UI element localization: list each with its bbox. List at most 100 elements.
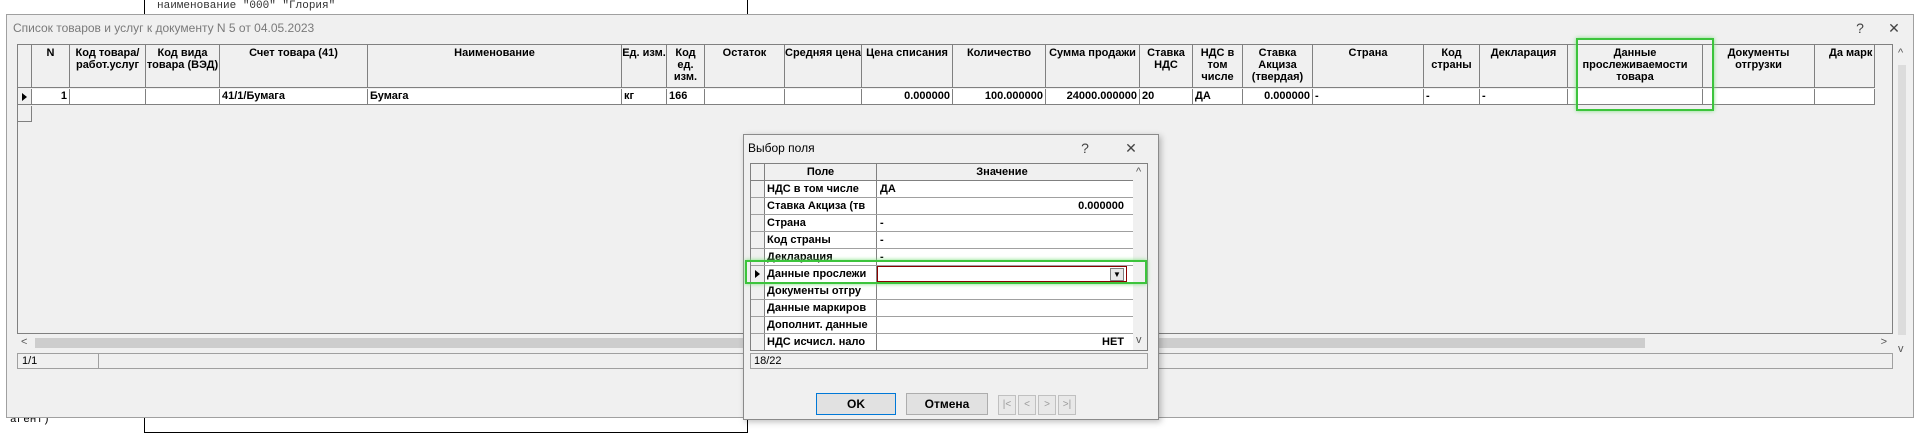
field-name[interactable]: НДС в том числе [765, 181, 877, 197]
dialog-row[interactable]: Дополнит. данные [751, 317, 1147, 334]
field-value[interactable]: НЕТ [877, 334, 1127, 350]
field-name[interactable]: Данные маркиров [765, 300, 877, 316]
cell[interactable]: - [1424, 89, 1480, 105]
column-header-value[interactable]: Значение [877, 164, 1127, 180]
previous-record-button[interactable]: < [1018, 395, 1036, 415]
column-header[interactable]: Документы отгрузки [1703, 45, 1815, 88]
field-value[interactable]: - [877, 249, 1127, 265]
new-row-marker[interactable] [18, 106, 32, 122]
scroll-up-icon[interactable]: ^ [1898, 47, 1903, 59]
column-header[interactable]: Декларация [1480, 45, 1568, 88]
field-value[interactable] [877, 300, 1127, 316]
cell[interactable]: 20 [1140, 89, 1193, 105]
cell[interactable]: кг [622, 89, 667, 105]
dialog-row[interactable]: Данные маркиров [751, 300, 1147, 317]
field-name[interactable]: Страна [765, 215, 877, 231]
scrollbar-thumb[interactable] [1898, 65, 1906, 335]
column-header[interactable]: Код страны [1424, 45, 1480, 88]
cancel-button[interactable]: Отмена [906, 393, 988, 415]
dialog-row[interactable]: Код страны - [751, 232, 1147, 249]
field-name[interactable]: Ставка Акциза (тв [765, 198, 877, 214]
cell[interactable] [70, 89, 146, 105]
field-name[interactable]: Код страны [765, 232, 877, 248]
dialog-row[interactable]: Ставка Акциза (тв 0.000000 [751, 198, 1147, 215]
last-record-button[interactable]: >| [1058, 395, 1076, 415]
column-header[interactable]: Средняя цена [785, 45, 862, 88]
field-value[interactable]: 0.000000 [877, 198, 1127, 214]
row-marker [751, 317, 765, 333]
column-header[interactable]: Наименование [368, 45, 622, 88]
dropdown-arrow-icon[interactable]: ▼ [1110, 268, 1124, 281]
column-header[interactable]: Ед. изм. [622, 45, 667, 88]
dialog-row[interactable]: Документы отгру [751, 283, 1147, 300]
field-value[interactable]: ДА [877, 181, 1127, 197]
cell[interactable]: 24000.000000 [1046, 89, 1140, 105]
vertical-scrollbar[interactable]: ^ v [1895, 47, 1909, 369]
cell[interactable] [705, 89, 785, 105]
column-header[interactable]: Да марк [1815, 45, 1875, 88]
column-header[interactable]: N [32, 45, 70, 88]
scroll-right-icon[interactable]: > [1881, 336, 1887, 348]
next-record-button[interactable]: > [1038, 395, 1056, 415]
column-header-traceability[interactable]: Данные прослеживаемости товара [1568, 45, 1703, 88]
dialog-row-selected[interactable]: Данные прослежи ▼ [751, 266, 1147, 283]
cell[interactable]: 0.000000 [862, 89, 953, 105]
scroll-down-icon[interactable]: v [1898, 343, 1904, 355]
dialog-help-icon[interactable]: ? [1072, 135, 1098, 161]
scroll-left-icon[interactable]: < [21, 336, 27, 348]
field-name[interactable]: Декларация [765, 249, 877, 265]
column-header[interactable]: Код ед. изм. [667, 45, 705, 88]
cell[interactable] [785, 89, 862, 105]
field-value[interactable] [877, 317, 1127, 333]
column-header[interactable]: Цена списания [862, 45, 953, 88]
field-name[interactable]: Дополнит. данные [765, 317, 877, 333]
field-value[interactable] [877, 283, 1127, 299]
field-name[interactable]: Данные прослежи [765, 266, 877, 282]
dialog-row[interactable]: Страна - [751, 215, 1147, 232]
cell[interactable] [146, 89, 220, 105]
cell[interactable]: Бумага [368, 89, 622, 105]
scroll-down-icon[interactable]: v [1136, 334, 1142, 346]
close-icon[interactable]: ✕ [1881, 15, 1907, 41]
column-header[interactable]: Сумма продажи [1046, 45, 1140, 88]
cell-traceability[interactable] [1568, 89, 1703, 105]
ok-button[interactable]: OK [816, 393, 896, 415]
dialog-row[interactable]: Декларация - [751, 249, 1147, 266]
column-header[interactable]: Код товара/ работ.услуг [70, 45, 146, 88]
field-value[interactable]: - [877, 215, 1127, 231]
column-header-field[interactable]: Поле [765, 164, 877, 180]
dialog-close-icon[interactable]: ✕ [1118, 135, 1144, 161]
cell[interactable]: 100.000000 [953, 89, 1046, 105]
table-row[interactable]: 1 41/1/Бумага Бумага кг 166 0.000000 100… [18, 89, 1875, 105]
column-header[interactable]: Страна [1313, 45, 1424, 88]
cell[interactable]: - [1480, 89, 1568, 105]
cell[interactable]: 1 [32, 89, 70, 105]
help-icon[interactable]: ? [1847, 15, 1873, 41]
column-header[interactable]: Количество [953, 45, 1046, 88]
cell[interactable]: ДА [1193, 89, 1243, 105]
first-record-button[interactable]: |< [998, 395, 1016, 415]
column-header[interactable]: Счет товара (41) [220, 45, 368, 88]
field-value[interactable]: - [877, 232, 1127, 248]
cell[interactable] [1703, 89, 1815, 105]
column-header[interactable]: Ставка НДС [1140, 45, 1193, 88]
record-counter: 1/1 [22, 355, 38, 367]
cell[interactable] [1815, 89, 1875, 105]
column-header[interactable]: Код вида товара (ВЭД) [146, 45, 220, 88]
traceability-value-editor[interactable]: ▼ [877, 266, 1127, 282]
cell[interactable]: - [1313, 89, 1424, 105]
dialog-row[interactable]: НДС исчисл. нало НЕТ [751, 334, 1147, 350]
cell[interactable]: 166 [667, 89, 705, 105]
column-header[interactable]: НДС в том числе [1193, 45, 1243, 88]
field-name[interactable]: НДС исчисл. нало [765, 334, 877, 350]
column-header[interactable]: Остаток [705, 45, 785, 88]
field-name[interactable]: Документы отгру [765, 283, 877, 299]
dialog-vertical-scrollbar[interactable]: ^ v [1133, 164, 1147, 350]
column-header[interactable]: Ставка Акциза (твердая) [1243, 45, 1313, 88]
cell[interactable]: 0.000000 [1243, 89, 1313, 105]
scroll-up-icon[interactable]: ^ [1136, 166, 1141, 178]
dialog-table-header: Поле Значение [751, 164, 1147, 181]
dialog-row[interactable]: НДС в том числе ДА [751, 181, 1147, 198]
cell[interactable]: 41/1/Бумага [220, 89, 368, 105]
row-marker-header [18, 45, 32, 87]
